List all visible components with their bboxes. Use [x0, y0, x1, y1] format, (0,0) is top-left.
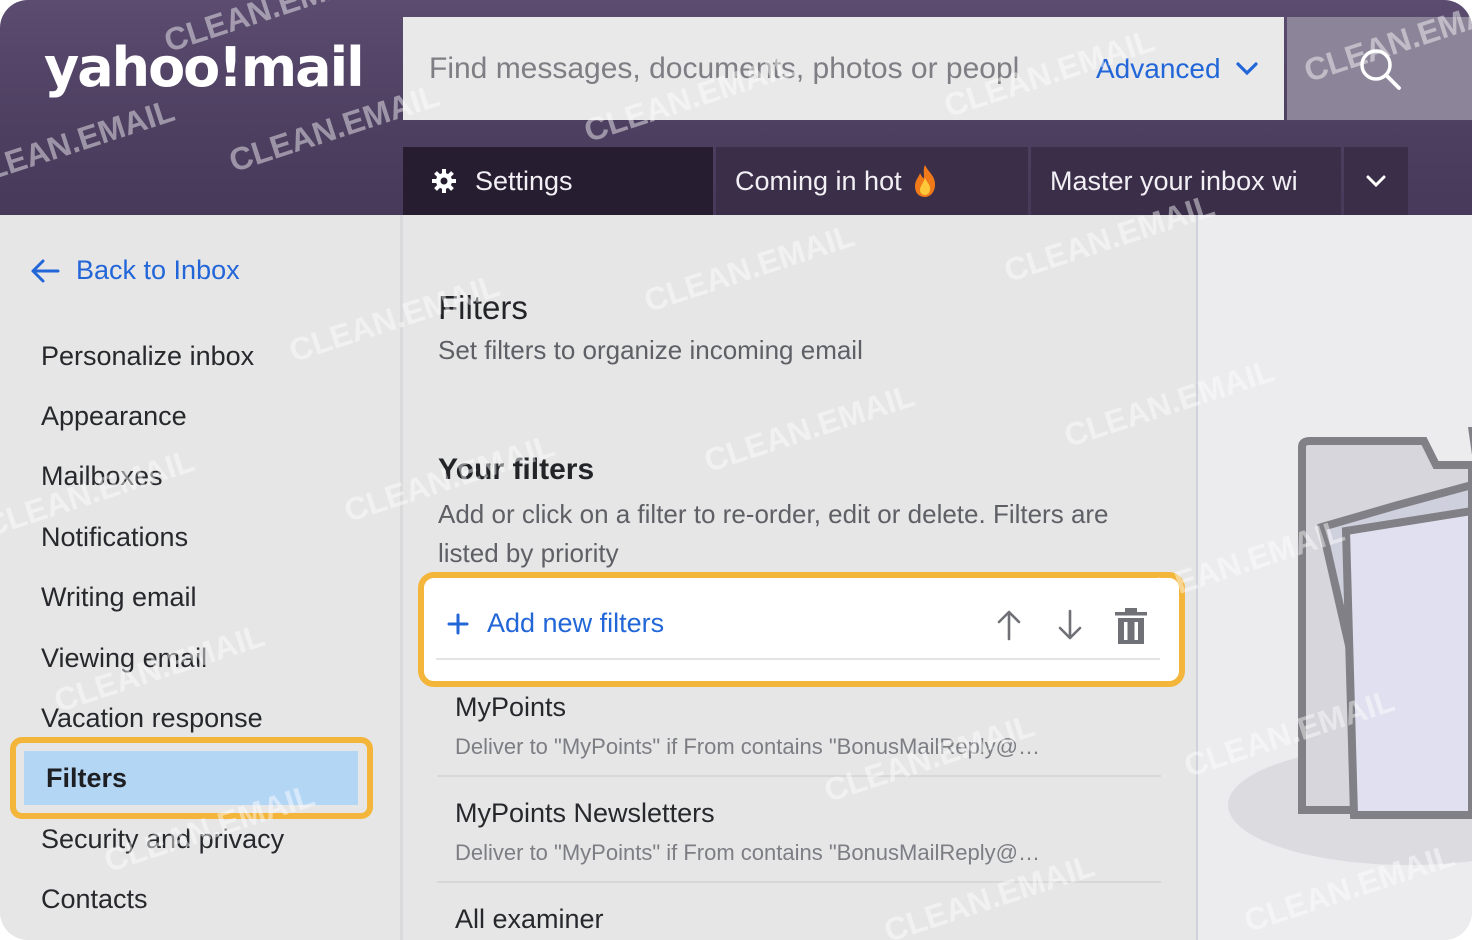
your-filters-heading: Your filters [438, 453, 595, 486]
chevron-down-icon [1366, 175, 1386, 188]
tab-coming-in-hot[interactable]: Coming in hot [716, 147, 1028, 215]
advanced-label: Advanced [1096, 53, 1221, 84]
page-subtitle: Set filters to organize incoming email [438, 335, 863, 365]
gear-icon [431, 168, 457, 194]
tab-master-label: Master your inbox wi [1050, 165, 1298, 196]
tab-settings-label: Settings [475, 165, 573, 196]
search-input[interactable] [429, 47, 1079, 91]
tab-coming-label: Coming in hot [735, 165, 902, 196]
sidebar-item-appearance[interactable]: Appearance [41, 401, 187, 432]
tab-master-inbox[interactable]: Master your inbox wi [1031, 147, 1341, 215]
sidebar-item-notifications[interactable]: Notifications [41, 522, 188, 553]
fire-icon [912, 164, 938, 198]
search-icon [1359, 48, 1401, 90]
toolbar-divider [436, 658, 1160, 660]
yahoo-mail-logo[interactable]: yahoo!mail [44, 36, 365, 100]
app-window: yahoo!mail Advanced [0, 0, 1472, 940]
sidebar-item-writing-email[interactable]: Writing email [41, 582, 197, 613]
filter-name: MyPoints Newsletters [455, 798, 715, 828]
search-box: Advanced [403, 17, 1284, 120]
delete-filter-button[interactable] [1114, 607, 1148, 645]
arrow-left-icon [31, 259, 60, 282]
filter-row[interactable]: MyPoints Deliver to "MyPoints" if From c… [437, 692, 1161, 777]
empty-state-pane [1198, 215, 1472, 940]
tab-bar: Settings Coming in hot Master your inbox… [403, 147, 1408, 215]
filter-description: Deliver to "MyPoints" if From contains "… [455, 734, 1040, 759]
back-to-inbox-label: Back to Inbox [76, 255, 240, 285]
filter-name: MyPoints [455, 692, 567, 722]
search-button[interactable] [1287, 17, 1472, 120]
filter-row[interactable]: MyPoints Newsletters Deliver to "MyPoint… [437, 798, 1161, 883]
add-new-filters-label: Add new filters [487, 608, 665, 638]
tab-settings[interactable]: Settings [403, 147, 713, 215]
filter-name: All examiner [455, 904, 604, 934]
sidebar-item-security-privacy[interactable]: Security and privacy [41, 824, 284, 855]
add-new-filters-button[interactable]: Add new filters [447, 608, 664, 639]
arrow-down-icon [1058, 609, 1082, 640]
sidebar-item-viewing-email[interactable]: Viewing email [41, 643, 207, 674]
page-title: Filters [438, 289, 528, 326]
sidebar-item-vacation-response[interactable]: Vacation response [41, 703, 263, 734]
trash-icon [1115, 608, 1147, 644]
sidebar-item-personalize-inbox[interactable]: Personalize inbox [41, 341, 254, 372]
folder-illustration [1228, 427, 1472, 865]
your-filters-description: Add or click on a filter to re-order, ed… [438, 499, 1109, 568]
plus-icon [447, 613, 469, 635]
arrow-up-icon [997, 610, 1021, 641]
move-up-button[interactable] [995, 609, 1023, 641]
sidebar-item-contacts[interactable]: Contacts [41, 884, 148, 915]
sidebar-item-mailboxes[interactable]: Mailboxes [41, 461, 163, 492]
move-down-button[interactable] [1056, 609, 1084, 641]
filter-row[interactable]: All examiner [437, 904, 1161, 940]
chevron-down-icon [1235, 62, 1258, 76]
filters-panel: Filters Set filters to organize incoming… [403, 215, 1196, 940]
settings-sidebar: Back to Inbox Personalize inbox Appearan… [0, 215, 400, 940]
tabs-more-button[interactable] [1344, 147, 1408, 215]
advanced-search-button[interactable]: Advanced [1096, 51, 1259, 87]
back-to-inbox-link[interactable]: Back to Inbox [30, 255, 240, 286]
filter-description: Deliver to "MyPoints" if From contains "… [455, 840, 1040, 865]
header-bar: yahoo!mail Advanced [0, 0, 1472, 215]
sidebar-item-filters[interactable]: Filters [24, 751, 358, 805]
